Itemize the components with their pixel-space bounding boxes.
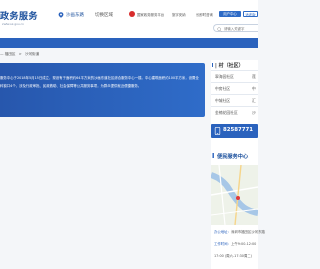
intro-text: 服务中心于2018年5月15日成立，现设有于面积约64平方米的沙画东道社区综合服… (0, 76, 199, 88)
intro-card: 服务中心于2018年5月15日成立，现设有于面积约64平方米的沙画东道社区综合服… (0, 63, 205, 117)
search-box[interactable] (213, 24, 259, 32)
community-item[interactable]: 中房社区 (215, 86, 230, 92)
hotline-number: 82587771 (223, 127, 254, 133)
consult-link[interactable]: 长即时咨询 (196, 12, 213, 17)
breadcrumb-separator: > (18, 52, 22, 56)
service-link[interactable]: 旅宇安纳 (172, 12, 186, 17)
phone-icon (214, 127, 221, 135)
location-pin-icon (58, 12, 64, 18)
community-item[interactable]: 莲 (252, 74, 256, 80)
address-value: 深圳市福田区沙河东路 (230, 230, 265, 234)
office-hours: 工作时间：上午9:00-12:00 (214, 241, 256, 246)
divider (211, 106, 258, 107)
community-item[interactable]: 中城社区 (215, 98, 230, 104)
hours-label: 工作时间： (214, 242, 231, 246)
office-address: 办公地址：深圳市福田区沙河东路 (214, 229, 265, 234)
community-item[interactable]: 中 (252, 86, 256, 92)
gov-platform-link[interactable]: 国家政务服务平台 (137, 12, 164, 17)
breadcrumb: — 福田区 > 沙河街道 (0, 50, 205, 58)
breadcrumb-district[interactable]: — 福田区 (0, 52, 16, 56)
divider (211, 82, 258, 83)
search-input[interactable] (224, 25, 259, 32)
elder-mode-button[interactable]: 适老版 (243, 11, 258, 17)
address-label: 办公地址： (214, 230, 231, 234)
national-emblem-icon (129, 11, 135, 17)
divider (211, 94, 258, 95)
community-item[interactable]: 金楠花园社区 (215, 110, 238, 116)
top-header: 政务服务 zwfw.sz.gov.cn 沙画东路 切换区域 国家政务服务平台 旅… (0, 0, 259, 38)
bookmark-icon (212, 153, 214, 158)
site-brand-url: zwfw.sz.gov.cn (2, 22, 25, 26)
community-item[interactable]: 沙 (252, 110, 256, 116)
hotline-banner[interactable]: 82587771 (211, 124, 258, 138)
site-brand-title[interactable]: 政务服务 (0, 9, 38, 22)
divider (211, 70, 258, 71)
map-graphic (211, 165, 258, 225)
current-location: 沙画东路 (66, 13, 84, 18)
service-center-panel: 便民服务中心 办公地址：深圳市福田区沙河东路 工作时间：上午9:00-12:00… (211, 145, 265, 269)
hours-value: 上午9:00-12:00 (230, 242, 257, 246)
user-center-button[interactable]: 用户中心 (219, 11, 241, 17)
community-item[interactable]: 汇 (252, 98, 256, 104)
nav-band (0, 38, 258, 48)
search-icon[interactable] (217, 26, 222, 32)
switch-region-link[interactable]: 切换区域 (95, 12, 113, 18)
location-map[interactable] (211, 165, 258, 225)
service-center-title: 便民服务中心 (217, 154, 249, 160)
community-item[interactable]: 翠海园社区 (215, 74, 234, 80)
office-hours-extra: 17:00 (周六-17:30周二) (214, 254, 253, 258)
community-title: | 村（社区） (212, 63, 244, 69)
breadcrumb-street[interactable]: 沙河街道 (25, 52, 39, 56)
